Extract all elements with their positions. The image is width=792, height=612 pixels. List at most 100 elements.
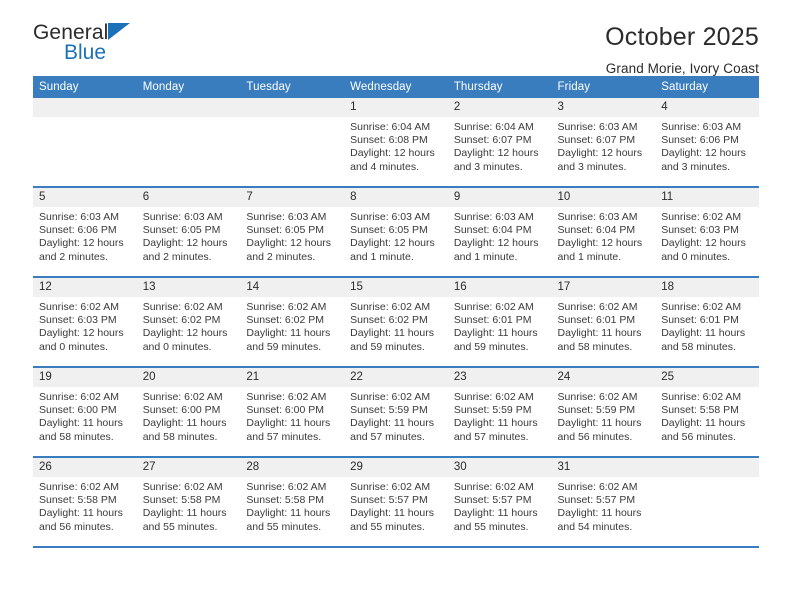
day-cell[interactable]: 16 Sunrise: 6:02 AM Sunset: 6:01 PM Dayligh… <box>447 277 552 368</box>
day-number: 28 <box>240 458 345 477</box>
daylight-duration-line2: and 2 minutes. <box>142 250 212 263</box>
daylight-duration-line1: Daylight: 11 hours <box>39 507 123 520</box>
triangle-icon <box>108 23 131 40</box>
sunset-time: Sunset: 5:59 PM <box>557 404 636 417</box>
day-cell[interactable]: 22 Sunrise: 6:02 AM Sunset: 5:59 PM Dayligh… <box>344 367 448 458</box>
day-cell[interactable]: 21 Sunrise: 6:02 AM Sunset: 6:00 PM Dayligh… <box>240 367 345 458</box>
daylight-duration-line2: and 54 minutes. <box>557 520 633 533</box>
sunset-time: Sunset: 6:00 PM <box>39 404 117 417</box>
sunset-time: Sunset: 6:00 PM <box>142 404 221 417</box>
sunrise-time: Sunrise: 6:02 AM <box>39 481 119 493</box>
day-cell-empty <box>240 98 345 188</box>
day-cell[interactable]: 11 Sunrise: 6:02 AM Sunset: 6:03 PM Dayligh… <box>655 187 759 278</box>
day-cell[interactable]: 1 Sunrise: 6:04 AM Sunset: 6:08 PM Daylight… <box>344 98 448 188</box>
weekday-header-sunday: Sunday <box>33 76 137 98</box>
day-info: Sunrise: 6:03 AM Sunset: 6:05 PM Daylight:… <box>240 207 344 264</box>
day-cell[interactable]: 25 Sunrise: 6:02 AM Sunset: 5:58 PM Dayligh… <box>655 367 759 458</box>
day-number: 14 <box>240 278 345 297</box>
day-cell[interactable]: 30 Sunrise: 6:02 AM Sunset: 5:57 PM Dayligh… <box>447 457 552 548</box>
day-cell[interactable]: 20 Sunrise: 6:02 AM Sunset: 6:00 PM Dayligh… <box>136 367 241 458</box>
day-cell[interactable]: 4 Sunrise: 6:03 AM Sunset: 6:06 PM Daylight… <box>655 98 759 188</box>
day-number <box>33 98 137 117</box>
day-info: Sunrise: 6:04 AM Sunset: 6:07 PM Daylight:… <box>448 117 552 174</box>
daylight-duration-line1: Daylight: 11 hours <box>557 417 642 430</box>
day-cell[interactable]: 17 Sunrise: 6:02 AM Sunset: 6:01 PM Dayligh… <box>551 277 656 368</box>
day-cell[interactable]: 15 Sunrise: 6:02 AM Sunset: 6:02 PM Dayligh… <box>344 277 448 368</box>
daylight-duration-line1: Daylight: 12 hours <box>350 237 435 250</box>
day-cell[interactable]: 6 Sunrise: 6:03 AM Sunset: 6:05 PM Daylight… <box>136 187 241 278</box>
day-cell[interactable]: 26 Sunrise: 6:02 AM Sunset: 5:58 PM Dayligh… <box>33 457 137 548</box>
sunrise-time: Sunrise: 6:03 AM <box>246 211 327 223</box>
sunrise-time: Sunrise: 6:03 AM <box>453 211 534 223</box>
day-cell[interactable]: 7 Sunrise: 6:03 AM Sunset: 6:05 PM Daylight… <box>240 187 345 278</box>
day-cell[interactable]: 14 Sunrise: 6:02 AM Sunset: 6:02 PM Dayligh… <box>240 277 345 368</box>
day-cell-empty <box>33 98 137 188</box>
day-cell[interactable]: 28 Sunrise: 6:02 AM Sunset: 5:58 PM Dayligh… <box>240 457 345 548</box>
daylight-duration-line2: and 57 minutes. <box>453 430 529 443</box>
daylight-duration-line2: and 1 minute. <box>557 250 622 263</box>
day-cell[interactable]: 3 Sunrise: 6:03 AM Sunset: 6:07 PM Daylight… <box>551 98 656 188</box>
sunset-time: Sunset: 6:06 PM <box>661 134 739 147</box>
sunrise-time: Sunrise: 6:03 AM <box>142 211 223 223</box>
day-cell[interactable]: 12 Sunrise: 6:02 AM Sunset: 6:03 PM Dayligh… <box>33 277 137 368</box>
sunset-time: Sunset: 6:03 PM <box>39 314 117 327</box>
day-cell-inner: 21 Sunrise: 6:02 AM Sunset: 6:00 PM Dayligh… <box>240 368 345 456</box>
daylight-duration-line2: and 55 minutes. <box>453 520 529 533</box>
day-number: 26 <box>33 458 137 477</box>
sunset-time: Sunset: 5:59 PM <box>350 404 428 417</box>
day-number: 30 <box>447 458 552 477</box>
sunset-time: Sunset: 6:05 PM <box>246 224 325 237</box>
day-cell[interactable]: 8 Sunrise: 6:03 AM Sunset: 6:05 PM Daylight… <box>344 187 448 278</box>
day-info: Sunrise: 6:02 AM Sunset: 6:03 PM Daylight:… <box>655 207 759 264</box>
calendar-week-row: 5 Sunrise: 6:03 AM Sunset: 6:06 PM Daylight… <box>33 187 759 278</box>
calendar-week-row: 19 Sunrise: 6:02 AM Sunset: 6:00 PM Dayligh… <box>33 367 759 458</box>
daylight-duration-line2: and 0 minutes. <box>142 340 212 353</box>
day-cell-inner <box>240 98 345 186</box>
day-info: Sunrise: 6:02 AM Sunset: 6:02 PM Daylight:… <box>344 297 448 354</box>
day-cell[interactable]: 10 Sunrise: 6:03 AM Sunset: 6:04 PM Dayligh… <box>551 187 656 278</box>
day-cell[interactable]: 29 Sunrise: 6:02 AM Sunset: 5:57 PM Dayligh… <box>344 457 448 548</box>
sunset-time: Sunset: 6:01 PM <box>453 314 532 327</box>
daylight-duration-line2: and 55 minutes. <box>246 520 322 533</box>
day-cell[interactable]: 19 Sunrise: 6:02 AM Sunset: 6:00 PM Dayligh… <box>33 367 137 458</box>
day-info: Sunrise: 6:02 AM Sunset: 5:57 PM Daylight:… <box>552 477 656 534</box>
weekday-header-friday: Friday <box>551 76 656 98</box>
day-cell[interactable]: 31 Sunrise: 6:02 AM Sunset: 5:57 PM Dayligh… <box>551 457 656 548</box>
day-cell[interactable]: 13 Sunrise: 6:02 AM Sunset: 6:02 PM Dayligh… <box>136 277 241 368</box>
day-info: Sunrise: 6:02 AM Sunset: 5:59 PM Daylight:… <box>448 387 552 444</box>
sunset-time: Sunset: 6:02 PM <box>350 314 428 327</box>
day-number: 13 <box>136 278 241 297</box>
day-cell[interactable]: 9 Sunrise: 6:03 AM Sunset: 6:04 PM Daylight… <box>447 187 552 278</box>
brand-logo[interactable]: General Blue <box>33 22 153 68</box>
daylight-duration-line2: and 59 minutes. <box>246 340 322 353</box>
sunset-time: Sunset: 5:58 PM <box>39 494 117 507</box>
day-cell-inner: 10 Sunrise: 6:03 AM Sunset: 6:04 PM Dayligh… <box>551 188 656 276</box>
sunset-time: Sunset: 6:01 PM <box>557 314 636 327</box>
daylight-duration-line2: and 56 minutes. <box>557 430 633 443</box>
daylight-duration-line1: Daylight: 11 hours <box>557 507 642 520</box>
day-number: 21 <box>240 368 345 387</box>
sunrise-time: Sunrise: 6:03 AM <box>557 211 638 223</box>
daylight-duration-line2: and 59 minutes. <box>453 340 529 353</box>
daylight-duration-line2: and 55 minutes. <box>350 520 425 533</box>
day-cell-inner: 18 Sunrise: 6:02 AM Sunset: 6:01 PM Dayligh… <box>655 278 759 366</box>
day-cell[interactable]: 5 Sunrise: 6:03 AM Sunset: 6:06 PM Daylight… <box>33 187 137 278</box>
day-cell[interactable]: 27 Sunrise: 6:02 AM Sunset: 5:58 PM Dayligh… <box>136 457 241 548</box>
weekday-header-monday: Monday <box>136 76 241 98</box>
day-cell[interactable]: 2 Sunrise: 6:04 AM Sunset: 6:07 PM Daylight… <box>447 98 552 188</box>
day-cell[interactable]: 23 Sunrise: 6:02 AM Sunset: 5:59 PM Dayligh… <box>447 367 552 458</box>
sunrise-time: Sunrise: 6:02 AM <box>350 301 431 313</box>
day-info: Sunrise: 6:02 AM Sunset: 5:58 PM Daylight:… <box>240 477 344 534</box>
day-cell[interactable]: 18 Sunrise: 6:02 AM Sunset: 6:01 PM Dayligh… <box>655 277 759 368</box>
sunset-time: Sunset: 5:57 PM <box>453 494 532 507</box>
day-info: Sunrise: 6:02 AM Sunset: 6:01 PM Daylight:… <box>448 297 552 354</box>
day-cell[interactable]: 24 Sunrise: 6:02 AM Sunset: 5:59 PM Dayligh… <box>551 367 656 458</box>
day-cell-inner: 27 Sunrise: 6:02 AM Sunset: 5:58 PM Dayligh… <box>136 458 241 546</box>
day-cell-inner: 22 Sunrise: 6:02 AM Sunset: 5:59 PM Dayligh… <box>344 368 448 456</box>
sunrise-time: Sunrise: 6:02 AM <box>453 391 534 403</box>
day-cell-inner: 3 Sunrise: 6:03 AM Sunset: 6:07 PM Daylight… <box>551 98 656 186</box>
sunrise-time: Sunrise: 6:04 AM <box>350 121 431 133</box>
day-number <box>240 98 345 117</box>
calendar-body: 1 Sunrise: 6:04 AM Sunset: 6:08 PM Daylight… <box>33 98 759 548</box>
day-number: 24 <box>551 368 656 387</box>
